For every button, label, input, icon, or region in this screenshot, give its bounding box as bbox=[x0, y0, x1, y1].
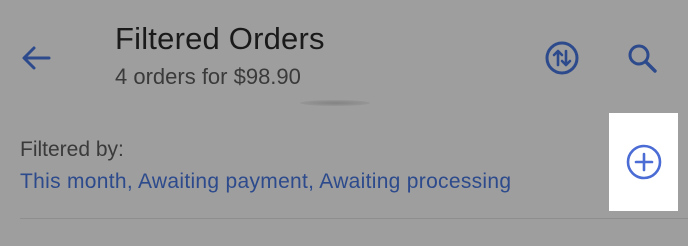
filtered-orders-screen: Filtered Orders 4 orders for $98.90 Filt… bbox=[0, 0, 688, 246]
swap-vertical-icon bbox=[544, 40, 580, 76]
page-title: Filtered Orders bbox=[115, 21, 325, 56]
filter-section: Filtered by: This month, Awaiting paymen… bbox=[0, 120, 688, 220]
search-button[interactable] bbox=[620, 36, 664, 80]
sort-button[interactable] bbox=[540, 36, 584, 80]
divider bbox=[20, 218, 688, 219]
search-icon bbox=[626, 42, 658, 74]
add-circle-icon bbox=[625, 143, 663, 181]
app-bar: Filtered Orders 4 orders for $98.90 bbox=[0, 0, 688, 110]
scroll-shadow bbox=[300, 100, 370, 106]
title-block: Filtered Orders 4 orders for $98.90 bbox=[115, 20, 325, 92]
active-filters-link[interactable]: This month, Awaiting payment, Awaiting p… bbox=[20, 168, 592, 196]
filter-label: Filtered by: bbox=[20, 138, 124, 161]
arrow-back-icon bbox=[21, 45, 51, 71]
order-summary: 4 orders for $98.90 bbox=[115, 64, 301, 89]
back-button[interactable] bbox=[14, 36, 58, 80]
add-filter-button[interactable] bbox=[609, 113, 678, 211]
